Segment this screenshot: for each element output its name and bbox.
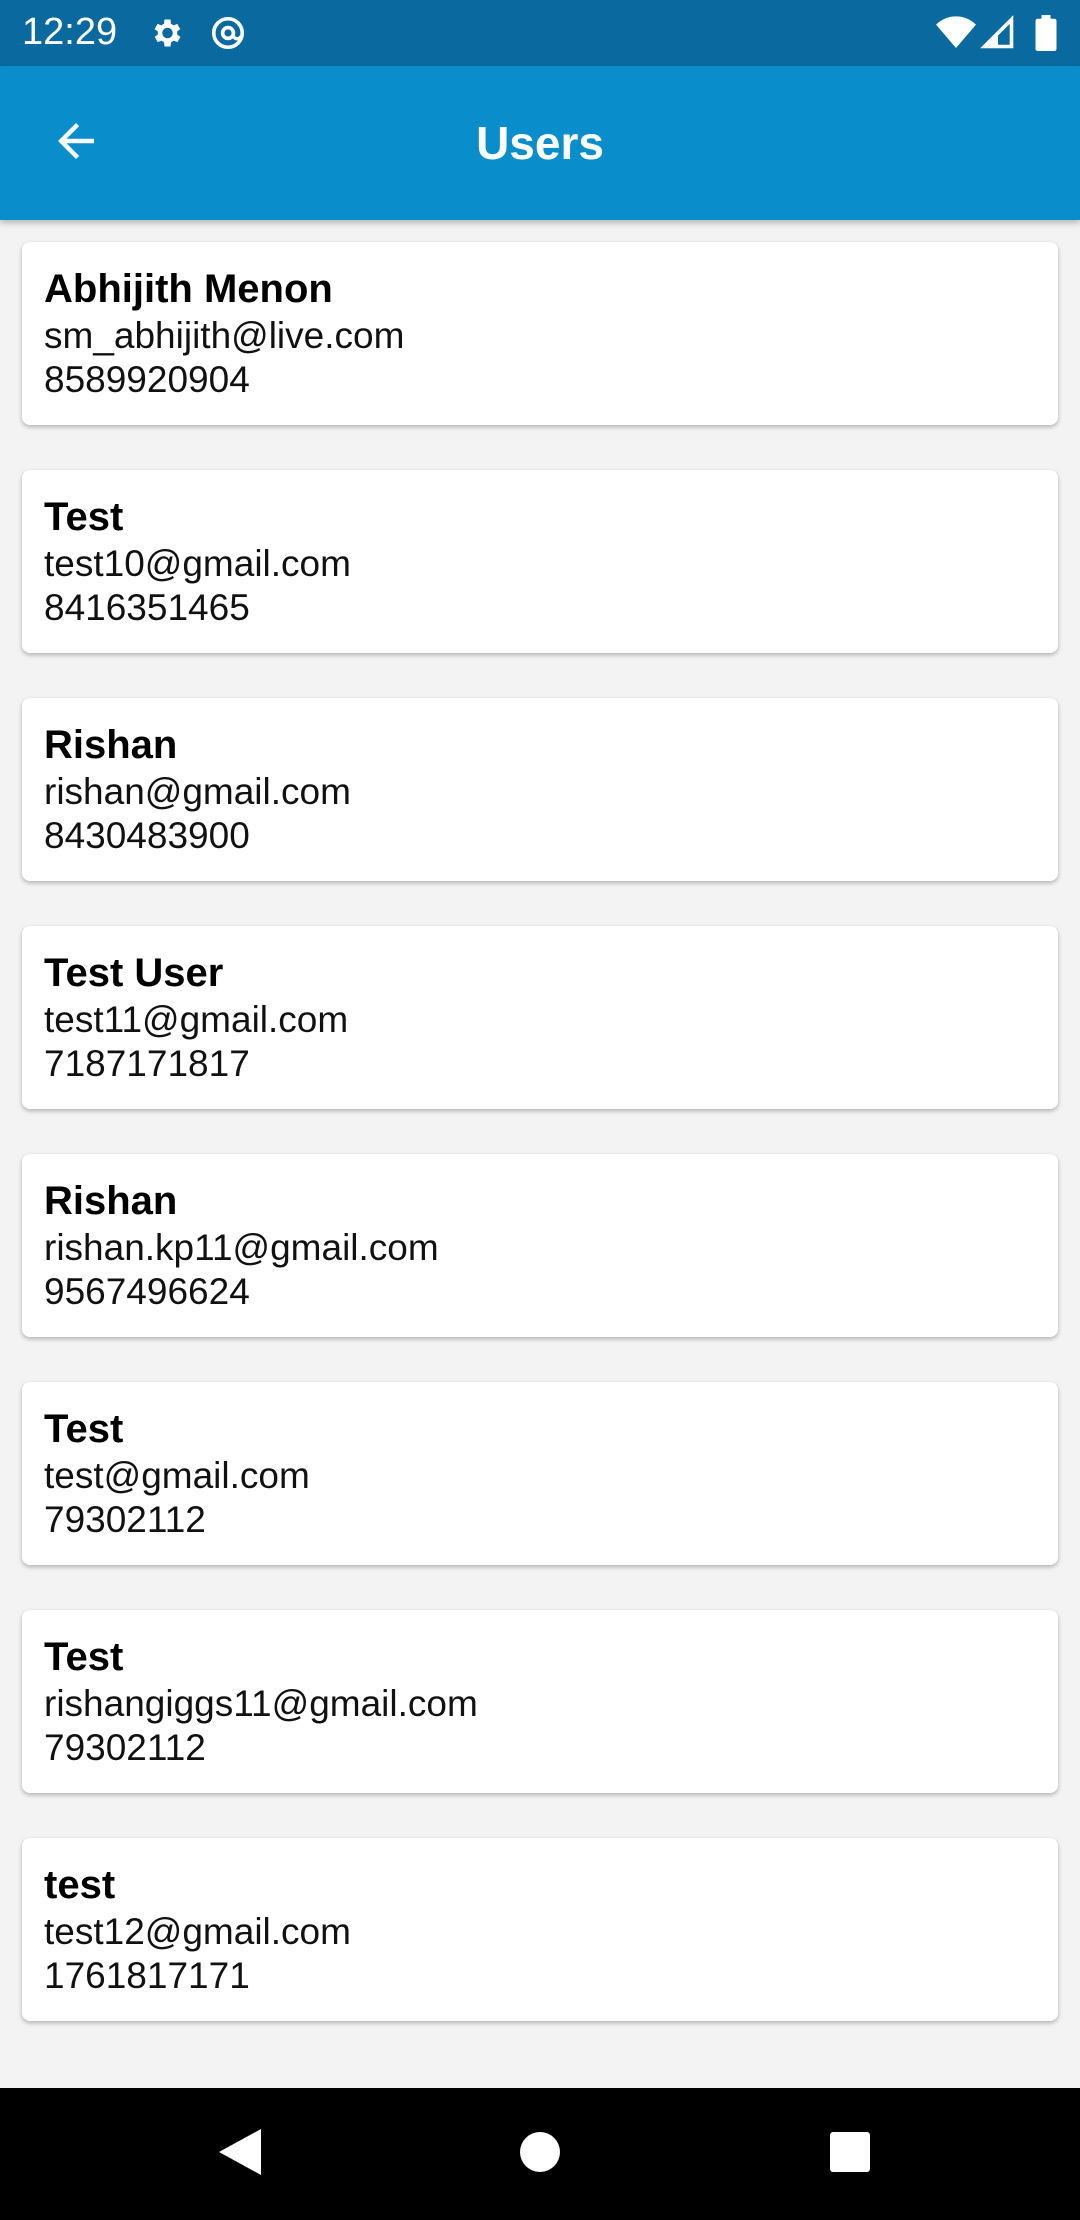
user-phone: 79302112 — [44, 1727, 206, 1768]
user-list[interactable]: Abhijith Menon sm_abhijith@live.com 8589… — [0, 220, 1080, 2088]
user-phone: 1761817171 — [44, 1955, 250, 1996]
user-name: Abhijith Menon — [44, 267, 333, 311]
battery-icon — [1034, 15, 1058, 51]
user-email: rishan.kp11@gmail.com — [44, 1227, 439, 1268]
app-bar: Users — [0, 66, 1080, 220]
back-triangle-icon — [217, 2127, 263, 2182]
user-email: rishan@gmail.com — [44, 771, 351, 812]
user-name: Test — [44, 495, 124, 539]
cellular-signal-icon — [980, 15, 1016, 51]
user-name: Test User — [44, 951, 224, 995]
nav-back-button[interactable] — [200, 2114, 280, 2194]
settings-gear-icon — [148, 15, 184, 51]
user-name: Test — [44, 1635, 124, 1679]
wifi-icon — [936, 15, 976, 51]
user-email: test@gmail.com — [44, 1455, 310, 1496]
system-nav-bar — [0, 2088, 1080, 2220]
at-sign-icon — [210, 15, 246, 51]
user-name: Rishan — [44, 723, 178, 767]
page-title: Users — [476, 117, 604, 169]
user-card[interactable]: Rishan rishan@gmail.com 8430483900 — [22, 698, 1058, 881]
user-email: rishangiggs11@gmail.com — [44, 1683, 478, 1724]
status-bar: 12:29 — [0, 0, 1080, 66]
user-name: Rishan — [44, 1179, 178, 1223]
user-card[interactable]: test test12@gmail.com 1761817171 — [22, 1838, 1058, 2021]
user-email: sm_abhijith@live.com — [44, 315, 405, 356]
nav-recents-button[interactable] — [810, 2114, 890, 2194]
user-card[interactable]: Test test@gmail.com 79302112 — [22, 1382, 1058, 1565]
user-email: test12@gmail.com — [44, 1911, 351, 1952]
nav-home-button[interactable] — [500, 2114, 580, 2194]
user-phone: 79302112 — [44, 1499, 206, 1540]
user-phone: 8416351465 — [44, 587, 250, 628]
user-email: test10@gmail.com — [44, 543, 351, 584]
user-card[interactable]: Test User test11@gmail.com 7187171817 — [22, 926, 1058, 1109]
user-card[interactable]: Rishan rishan.kp11@gmail.com 9567496624 — [22, 1154, 1058, 1337]
user-phone: 8589920904 — [44, 359, 250, 400]
user-name: test — [44, 1863, 116, 1907]
user-phone: 9567496624 — [44, 1271, 250, 1312]
user-card[interactable]: Test test10@gmail.com 8416351465 — [22, 470, 1058, 653]
recents-square-icon — [829, 2131, 871, 2178]
user-name: Test — [44, 1407, 124, 1451]
user-card[interactable]: Abhijith Menon sm_abhijith@live.com 8589… — [22, 242, 1058, 425]
status-time: 12:29 — [22, 11, 118, 53]
user-card[interactable]: Test rishangiggs11@gmail.com 79302112 — [22, 1610, 1058, 1793]
user-phone: 8430483900 — [44, 815, 250, 856]
home-circle-icon — [519, 2131, 561, 2178]
user-phone: 7187171817 — [44, 1043, 250, 1084]
user-email: test11@gmail.com — [44, 999, 349, 1040]
